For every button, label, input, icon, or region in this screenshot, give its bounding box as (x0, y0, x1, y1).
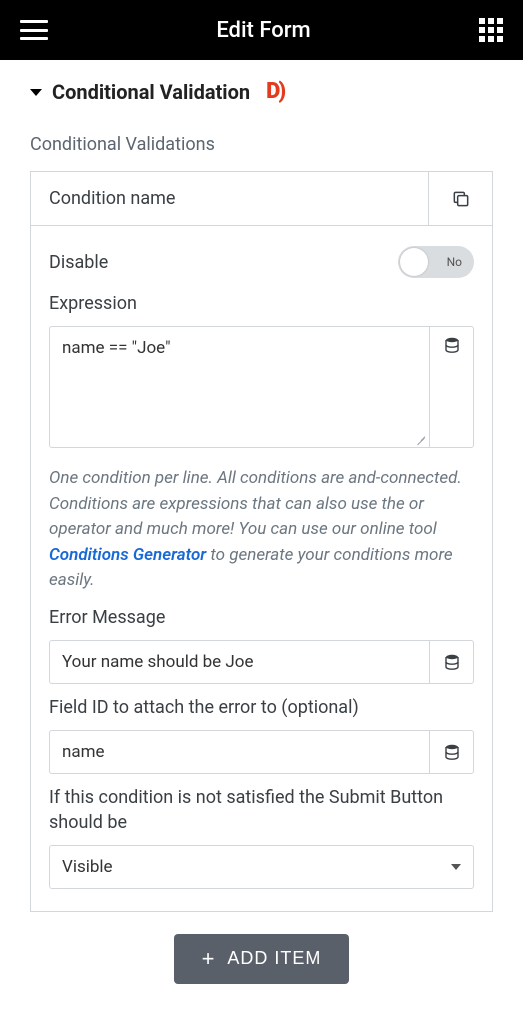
database-icon (444, 744, 460, 760)
database-icon (444, 654, 460, 670)
content-area: Conditional Validation D) Conditional Va… (0, 60, 523, 1014)
subheading: Conditional Validations (30, 134, 493, 155)
helper-text-pre: One condition per line. All conditions a… (49, 468, 462, 539)
add-item-button[interactable]: + ADD ITEM (174, 934, 350, 984)
menu-icon[interactable] (20, 20, 48, 40)
panel-header: Condition name (31, 172, 492, 226)
error-data-button[interactable] (429, 641, 473, 683)
submit-behavior-value: Visible (62, 857, 113, 877)
database-icon (444, 337, 460, 353)
copy-button[interactable] (428, 172, 492, 225)
section-title: Conditional Validation (52, 80, 250, 104)
caret-down-icon (30, 89, 42, 96)
condition-name-label: Condition name (31, 172, 428, 225)
section-header[interactable]: Conditional Validation D) (30, 80, 493, 104)
toggle-knob (400, 248, 428, 276)
panel-body: Disable No Expression (31, 226, 492, 911)
brand-d-icon: D) (266, 81, 284, 103)
submit-behavior-label: If this condition is not satisfied the S… (49, 786, 474, 835)
fieldid-label: Field ID to attach the error to (optiona… (49, 696, 474, 720)
fieldid-row (49, 730, 474, 774)
expression-data-button[interactable] (429, 327, 473, 447)
page-title: Edit Form (48, 18, 479, 43)
error-message-row (49, 640, 474, 684)
toggle-state-label: No (447, 255, 462, 269)
copy-icon (451, 189, 471, 209)
fieldid-input[interactable] (50, 731, 429, 773)
expression-helper: One condition per line. All conditions a… (49, 466, 474, 594)
error-message-input[interactable] (50, 641, 429, 683)
disable-toggle[interactable]: No (398, 246, 474, 278)
chevron-down-icon (451, 864, 461, 870)
top-bar: Edit Form (0, 0, 523, 60)
error-message-label: Error Message (49, 606, 474, 630)
apps-grid-icon[interactable] (479, 18, 503, 42)
disable-row: Disable No (49, 246, 474, 278)
condition-panel: Condition name Disable No Expression (30, 171, 493, 912)
submit-behavior-select[interactable]: Visible (49, 845, 474, 889)
conditions-generator-link[interactable]: Conditions Generator (49, 545, 206, 565)
plus-icon: + (202, 948, 216, 970)
expression-label: Expression (49, 292, 474, 316)
expression-textarea[interactable] (50, 327, 429, 447)
fieldid-data-button[interactable] (429, 731, 473, 773)
add-item-label: ADD ITEM (227, 948, 321, 969)
expression-input-row (49, 326, 474, 448)
disable-label: Disable (49, 252, 108, 273)
